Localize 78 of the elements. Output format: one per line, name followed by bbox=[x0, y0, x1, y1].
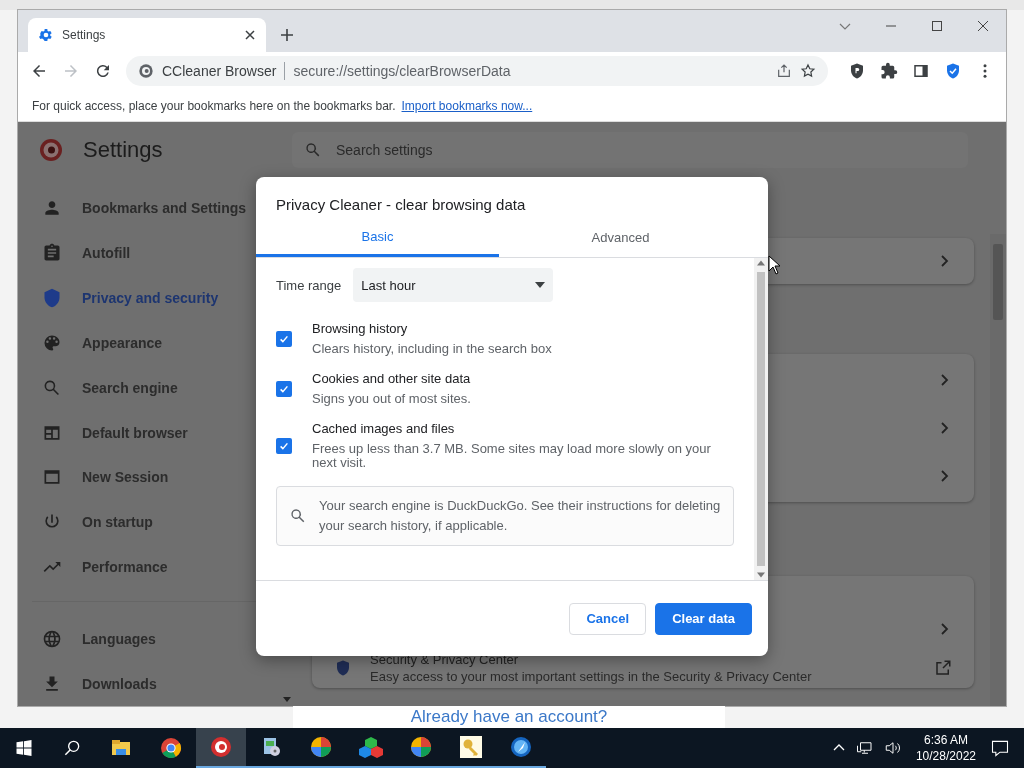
dialog-tab[interactable]: Basic bbox=[256, 219, 499, 257]
scroll-up-arrow-icon[interactable] bbox=[757, 260, 765, 266]
star-icon[interactable] bbox=[800, 63, 816, 79]
ccleaner-logo-icon bbox=[138, 63, 154, 79]
time-range-label: Time range bbox=[276, 277, 342, 293]
scrollbar[interactable] bbox=[754, 258, 768, 580]
compass-icon bbox=[509, 735, 533, 759]
sidebar-item[interactable]: Downloads bbox=[42, 661, 282, 707]
time-range-dropdown[interactable]: Last hour bbox=[353, 268, 554, 302]
scroll-down-arrow-icon[interactable] bbox=[757, 572, 765, 578]
info-text: Your search engine is DuckDuckGo. See their instructions for deleting your search history, if applicable. bbox=[319, 497, 721, 535]
site-label: CCleaner Browser bbox=[162, 63, 277, 79]
cancel-button[interactable]: Cancel bbox=[569, 602, 647, 635]
search-icon bbox=[304, 141, 322, 159]
checkmark-icon bbox=[278, 440, 290, 452]
clock-time[interactable]: 6:36 AM bbox=[923, 732, 968, 748]
sidebar-item[interactable]: Performance bbox=[42, 544, 282, 590]
key-icon bbox=[459, 735, 483, 759]
scrollbar[interactable] bbox=[990, 234, 1006, 706]
checkbox[interactable] bbox=[276, 331, 292, 347]
ccleaner-logo-icon bbox=[39, 138, 63, 162]
globe-icon bbox=[42, 628, 62, 649]
clipboard-icon bbox=[42, 243, 62, 264]
clear-data-button[interactable]: Clear data bbox=[655, 602, 752, 635]
clock-date[interactable]: 10/28/2022 bbox=[915, 748, 976, 764]
settings-icon bbox=[38, 27, 54, 43]
chrome-icon bbox=[159, 736, 183, 760]
url-text: secure://settings/clearBrowserData bbox=[293, 63, 511, 79]
option-title: Cached images and files bbox=[312, 422, 456, 436]
checkbox[interactable] bbox=[276, 381, 292, 397]
cubes-icon bbox=[359, 735, 383, 759]
browser-tab[interactable]: Settings bbox=[28, 18, 266, 52]
import-bookmarks-link[interactable]: Import bookmarks now... bbox=[401, 98, 533, 113]
sidebar-item[interactable]: On startup bbox=[42, 499, 282, 545]
ccleaner-logo-icon bbox=[209, 735, 233, 759]
shield-icon[interactable] bbox=[848, 62, 866, 80]
volume-icon[interactable] bbox=[883, 739, 902, 757]
share-icon[interactable] bbox=[776, 63, 792, 79]
search-field[interactable]: Search settings bbox=[292, 132, 968, 168]
option-title: Browsing history bbox=[312, 322, 409, 336]
bookmarks-bar-hint: For quick access, place your bookmarks here on the bookmarks bar. bbox=[32, 98, 396, 113]
option-description: Frees up less than 3.7 MB. Some sites may load more slowly on your next visit. bbox=[312, 442, 712, 470]
sidebar-item[interactable]: Default browser bbox=[42, 410, 282, 455]
caret-down-icon bbox=[535, 280, 546, 290]
checkmark-icon bbox=[278, 383, 290, 395]
close-icon[interactable] bbox=[244, 29, 256, 41]
puzzle-icon[interactable] bbox=[880, 62, 898, 80]
sidebar-item[interactable]: Search engine bbox=[42, 365, 282, 411]
option-description: Signs you out of most sites. bbox=[312, 392, 471, 406]
row-description: Easy access to your most important settings in the Security & Privacy Center bbox=[370, 669, 813, 684]
external-link-icon[interactable] bbox=[934, 659, 952, 677]
sidebar-item[interactable]: Appearance bbox=[42, 320, 282, 366]
colorful-ball-icon bbox=[309, 735, 333, 759]
shield-icon bbox=[42, 288, 62, 309]
sidebar-item[interactable]: Languages bbox=[42, 616, 282, 662]
shield-icon bbox=[334, 659, 352, 677]
option-title: Cookies and other site data bbox=[312, 372, 471, 386]
side-panel-icon[interactable] bbox=[912, 62, 930, 80]
dialog-title: Privacy Cleaner - clear browsing data bbox=[275, 195, 527, 215]
checkbox[interactable] bbox=[276, 438, 292, 454]
checkmark-icon bbox=[278, 333, 290, 345]
reload-icon[interactable] bbox=[94, 62, 112, 80]
sign-in-link[interactable]: Already have an account? bbox=[293, 706, 725, 728]
maximize-icon[interactable] bbox=[931, 20, 943, 32]
dialog-tab[interactable]: Advanced bbox=[499, 219, 742, 257]
sidebar-item[interactable]: New Session bbox=[42, 454, 282, 500]
taskbar-app[interactable] bbox=[196, 728, 246, 768]
notification-icon[interactable] bbox=[990, 738, 1010, 758]
new-tab-icon[interactable] bbox=[280, 28, 294, 42]
network-icon[interactable] bbox=[855, 739, 874, 757]
colorful-ball-icon bbox=[409, 735, 433, 759]
scroll-down-arrow-icon[interactable] bbox=[282, 694, 292, 704]
close-icon[interactable] bbox=[977, 20, 989, 32]
shield-check-icon[interactable] bbox=[944, 62, 962, 80]
option-description: Clears history, including in the search box bbox=[312, 342, 552, 356]
settings-title: Settings bbox=[83, 137, 163, 163]
search-icon bbox=[289, 507, 307, 525]
address-bar[interactable]: CCleaner Browser secure://settings/clearBrowserData bbox=[126, 56, 828, 86]
